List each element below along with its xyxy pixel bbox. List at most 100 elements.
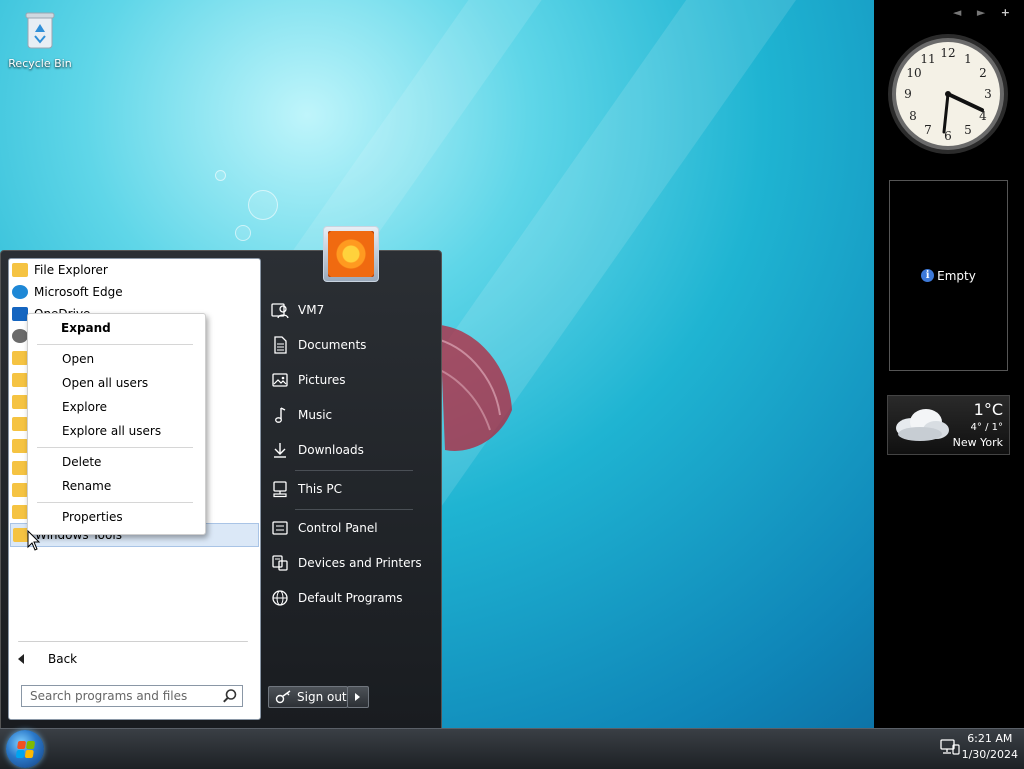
info-icon: i — [921, 269, 935, 282]
control-panel-label: Control Panel — [298, 521, 378, 535]
edge-icon — [12, 285, 28, 299]
svg-text:12: 12 — [940, 46, 955, 60]
back-label: Back — [48, 652, 78, 666]
slideshow-gadget[interactable]: i Empty — [889, 180, 1008, 371]
previous-gadget-button[interactable]: ◄ — [953, 6, 967, 19]
folder-icon — [12, 439, 28, 453]
folder-icon — [12, 351, 28, 365]
ctx-open[interactable]: Open — [62, 348, 202, 370]
program-label: File Explorer — [34, 263, 108, 277]
recycle-bin-icon — [25, 12, 55, 49]
windows-logo-icon — [15, 740, 36, 758]
globe-icon — [272, 590, 288, 606]
control-panel-icon — [272, 521, 288, 535]
search-icon[interactable] — [222, 688, 238, 704]
taskbar-clock[interactable]: 6:21 AM 1/30/2024 — [962, 731, 1018, 763]
devices-printers-label: Devices and Printers — [298, 556, 422, 570]
pictures-label: Pictures — [298, 373, 346, 387]
documents-item[interactable]: Documents — [268, 332, 428, 358]
taskbar-time: 6:21 AM — [967, 732, 1013, 745]
svg-text:7: 7 — [924, 123, 932, 137]
weather-range: 4° / 1° — [970, 422, 1003, 433]
control-panel-item[interactable]: Control Panel — [268, 515, 428, 541]
taskbar-date: 1/30/2024 — [961, 748, 1018, 761]
music-icon — [275, 407, 286, 423]
svg-text:8: 8 — [909, 109, 917, 123]
svg-text:1: 1 — [964, 52, 972, 66]
user-folder-icon — [271, 303, 289, 319]
program-item[interactable]: File Explorer — [10, 259, 257, 281]
ctx-explore[interactable]: Explore — [62, 396, 202, 418]
arrow-right-icon — [355, 693, 360, 701]
shutdown-options-button[interactable] — [347, 686, 369, 708]
default-programs-label: Default Programs — [298, 591, 403, 605]
this-pc-label: This PC — [298, 482, 342, 496]
music-label: Music — [298, 408, 333, 422]
computer-icon — [273, 481, 287, 498]
settings-icon — [12, 329, 28, 343]
pictures-item[interactable]: Pictures — [268, 367, 428, 393]
start-button[interactable] — [6, 730, 44, 768]
downloads-item[interactable]: Downloads — [268, 437, 428, 463]
programs-separator — [18, 641, 248, 642]
folder-icon — [12, 461, 28, 475]
weather-temperature: 1°C — [973, 400, 1003, 419]
sign-out-button[interactable]: Sign out — [268, 686, 348, 708]
network-icon[interactable] — [940, 738, 960, 756]
downloads-icon — [274, 443, 286, 458]
ctx-open-all-users[interactable]: Open all users — [62, 372, 202, 394]
weather-city: New York — [952, 436, 1003, 449]
recycle-bin-label: Recycle Bin — [8, 57, 72, 70]
betta-fish-wallpaper — [440, 325, 512, 451]
program-item[interactable]: Microsoft Edge — [10, 281, 257, 303]
ctx-separator — [37, 344, 193, 345]
svg-text:3: 3 — [984, 87, 992, 101]
documents-icon — [274, 336, 287, 354]
default-programs-item[interactable]: Default Programs — [268, 585, 428, 611]
ctx-delete[interactable]: Delete — [62, 451, 202, 473]
ctx-expand[interactable]: Expand — [61, 317, 201, 339]
sign-out-label: Sign out — [297, 690, 347, 704]
documents-label: Documents — [298, 338, 367, 352]
flower-avatar — [328, 231, 374, 277]
ctx-rename[interactable]: Rename — [62, 475, 202, 497]
user-folder-item[interactable]: VM7 — [268, 297, 428, 323]
svg-text:9: 9 — [904, 87, 912, 101]
ctx-properties[interactable]: Properties — [62, 506, 202, 528]
add-gadget-button[interactable]: + — [1001, 6, 1016, 19]
svg-text:10: 10 — [906, 66, 921, 80]
user-picture[interactable] — [323, 226, 379, 282]
ctx-separator — [37, 447, 193, 448]
right-separator — [295, 509, 413, 510]
calculator-folder-icon — [12, 417, 28, 431]
folder-icon — [12, 373, 28, 387]
search-box[interactable] — [21, 685, 243, 707]
taskbar — [0, 728, 1024, 769]
ctx-explore-all-users[interactable]: Explore all users — [62, 420, 202, 442]
this-pc-item[interactable]: This PC — [268, 476, 428, 502]
mouse-cursor-icon — [27, 530, 41, 551]
bubble — [235, 225, 251, 241]
folder-icon — [12, 483, 28, 497]
devices-printers-item[interactable]: Devices and Printers — [268, 550, 428, 576]
cloud-icon — [896, 409, 949, 441]
weather-gadget[interactable]: 1°C 4° / 1° New York — [887, 395, 1010, 455]
back-button[interactable]: Back — [12, 648, 242, 670]
bubble — [215, 170, 226, 181]
sidebar-controls: ◄ ► + — [953, 6, 1016, 19]
bubble — [248, 190, 278, 220]
svg-text:5: 5 — [964, 123, 972, 137]
folder-icon — [12, 505, 28, 519]
next-gadget-button[interactable]: ► — [977, 6, 991, 19]
search-input[interactable] — [22, 689, 222, 703]
ctx-separator — [37, 502, 193, 503]
svg-text:11: 11 — [920, 52, 935, 66]
downloads-label: Downloads — [298, 443, 364, 457]
onedrive-icon — [12, 307, 28, 321]
folder-icon — [12, 263, 28, 277]
user-folder-label: VM7 — [298, 303, 325, 317]
music-item[interactable]: Music — [268, 402, 428, 428]
recycle-bin-desktop-icon[interactable]: Recycle Bin — [8, 10, 72, 70]
folder-icon — [12, 395, 28, 409]
clock-gadget[interactable]: 12 12 345 678 91011 — [886, 32, 1010, 156]
